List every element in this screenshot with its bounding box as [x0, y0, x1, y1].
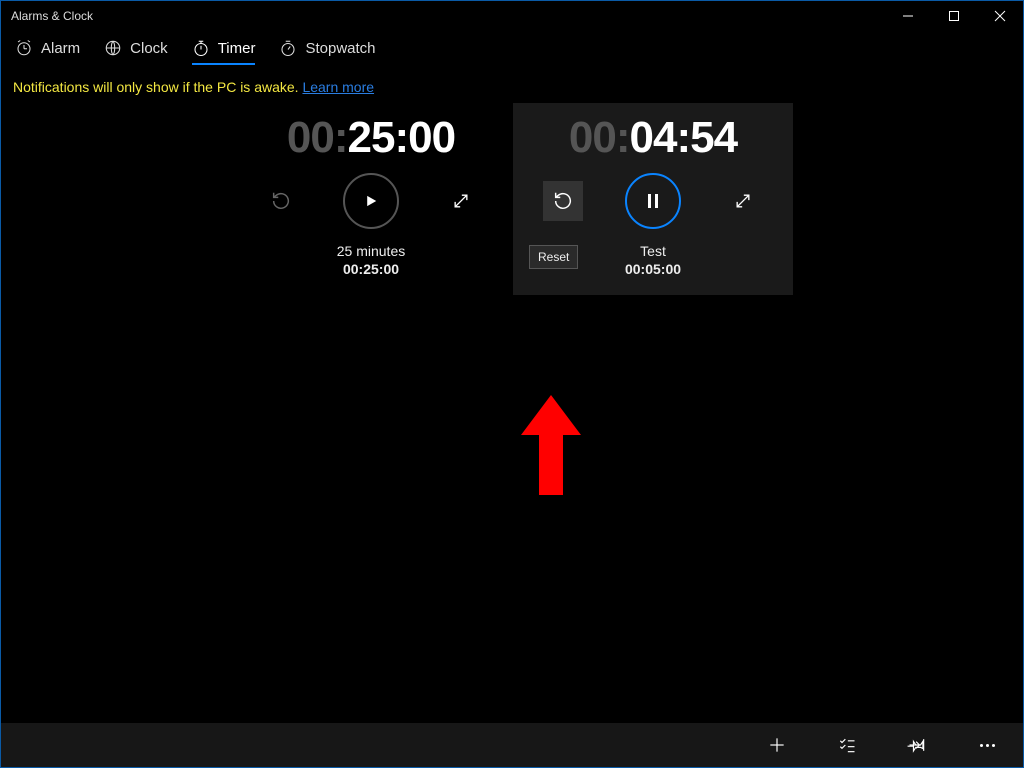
alarm-icon — [15, 39, 33, 57]
annotation-arrow — [521, 395, 581, 495]
close-button[interactable] — [977, 1, 1023, 31]
tab-label: Stopwatch — [305, 40, 375, 57]
window-controls — [885, 1, 1023, 31]
main-content: 00:25:00 25 minutes 00:25:00 00:04:54 — [1, 103, 1023, 717]
expand-button[interactable] — [723, 181, 763, 221]
tab-label: Timer — [218, 40, 256, 57]
tab-stopwatch[interactable]: Stopwatch — [279, 39, 375, 65]
tab-bar: Alarm Clock Timer Stopwatch — [1, 31, 1023, 71]
reset-button[interactable] — [261, 181, 301, 221]
tab-alarm[interactable]: Alarm — [15, 39, 80, 65]
play-button[interactable] — [343, 173, 399, 229]
pause-button[interactable] — [625, 173, 681, 229]
timer-remaining: 04:54 — [630, 113, 738, 162]
bottom-command-bar — [1, 723, 1023, 767]
tooltip-reset: Reset — [529, 245, 578, 269]
more-button[interactable] — [969, 727, 1005, 763]
tab-timer[interactable]: Timer — [192, 39, 256, 65]
tab-clock[interactable]: Clock — [104, 39, 168, 65]
minimize-button[interactable] — [885, 1, 931, 31]
timer-display: 00:25:00 — [231, 103, 511, 163]
timer-controls — [231, 173, 511, 229]
maximize-button[interactable] — [931, 1, 977, 31]
pin-button[interactable] — [899, 727, 935, 763]
timer-controls — [513, 173, 793, 229]
window-title: Alarms & Clock — [11, 9, 93, 23]
timer-card-25-minutes[interactable]: 00:25:00 25 minutes 00:25:00 — [231, 103, 511, 277]
notification-text: Notifications will only show if the PC i… — [13, 79, 302, 95]
stopwatch-icon — [279, 39, 297, 57]
timer-icon — [192, 39, 210, 57]
timer-display: 00:04:54 — [513, 103, 793, 163]
timer-card-test[interactable]: 00:04:54 Test 00:05:00 Reset — [513, 103, 793, 295]
timer-duration: 00:25:00 — [231, 261, 511, 277]
timer-label: 25 minutes 00:25:00 — [231, 243, 511, 277]
tab-label: Clock — [130, 40, 168, 57]
notification-link[interactable]: Learn more — [302, 79, 374, 95]
add-timer-button[interactable] — [759, 727, 795, 763]
clock-icon — [104, 39, 122, 57]
pause-icon — [648, 194, 658, 208]
timer-remaining: 25:00 — [348, 113, 456, 162]
reset-button[interactable] — [543, 181, 583, 221]
more-icon — [980, 744, 995, 747]
timer-hours-dim: 00: — [569, 113, 630, 162]
edit-timers-button[interactable] — [829, 727, 865, 763]
expand-button[interactable] — [441, 181, 481, 221]
timer-name: 25 minutes — [231, 243, 511, 259]
timer-hours-dim: 00: — [287, 113, 348, 162]
tab-label: Alarm — [41, 40, 80, 57]
notification-bar: Notifications will only show if the PC i… — [1, 71, 1023, 103]
window-titlebar: Alarms & Clock — [1, 1, 1023, 31]
